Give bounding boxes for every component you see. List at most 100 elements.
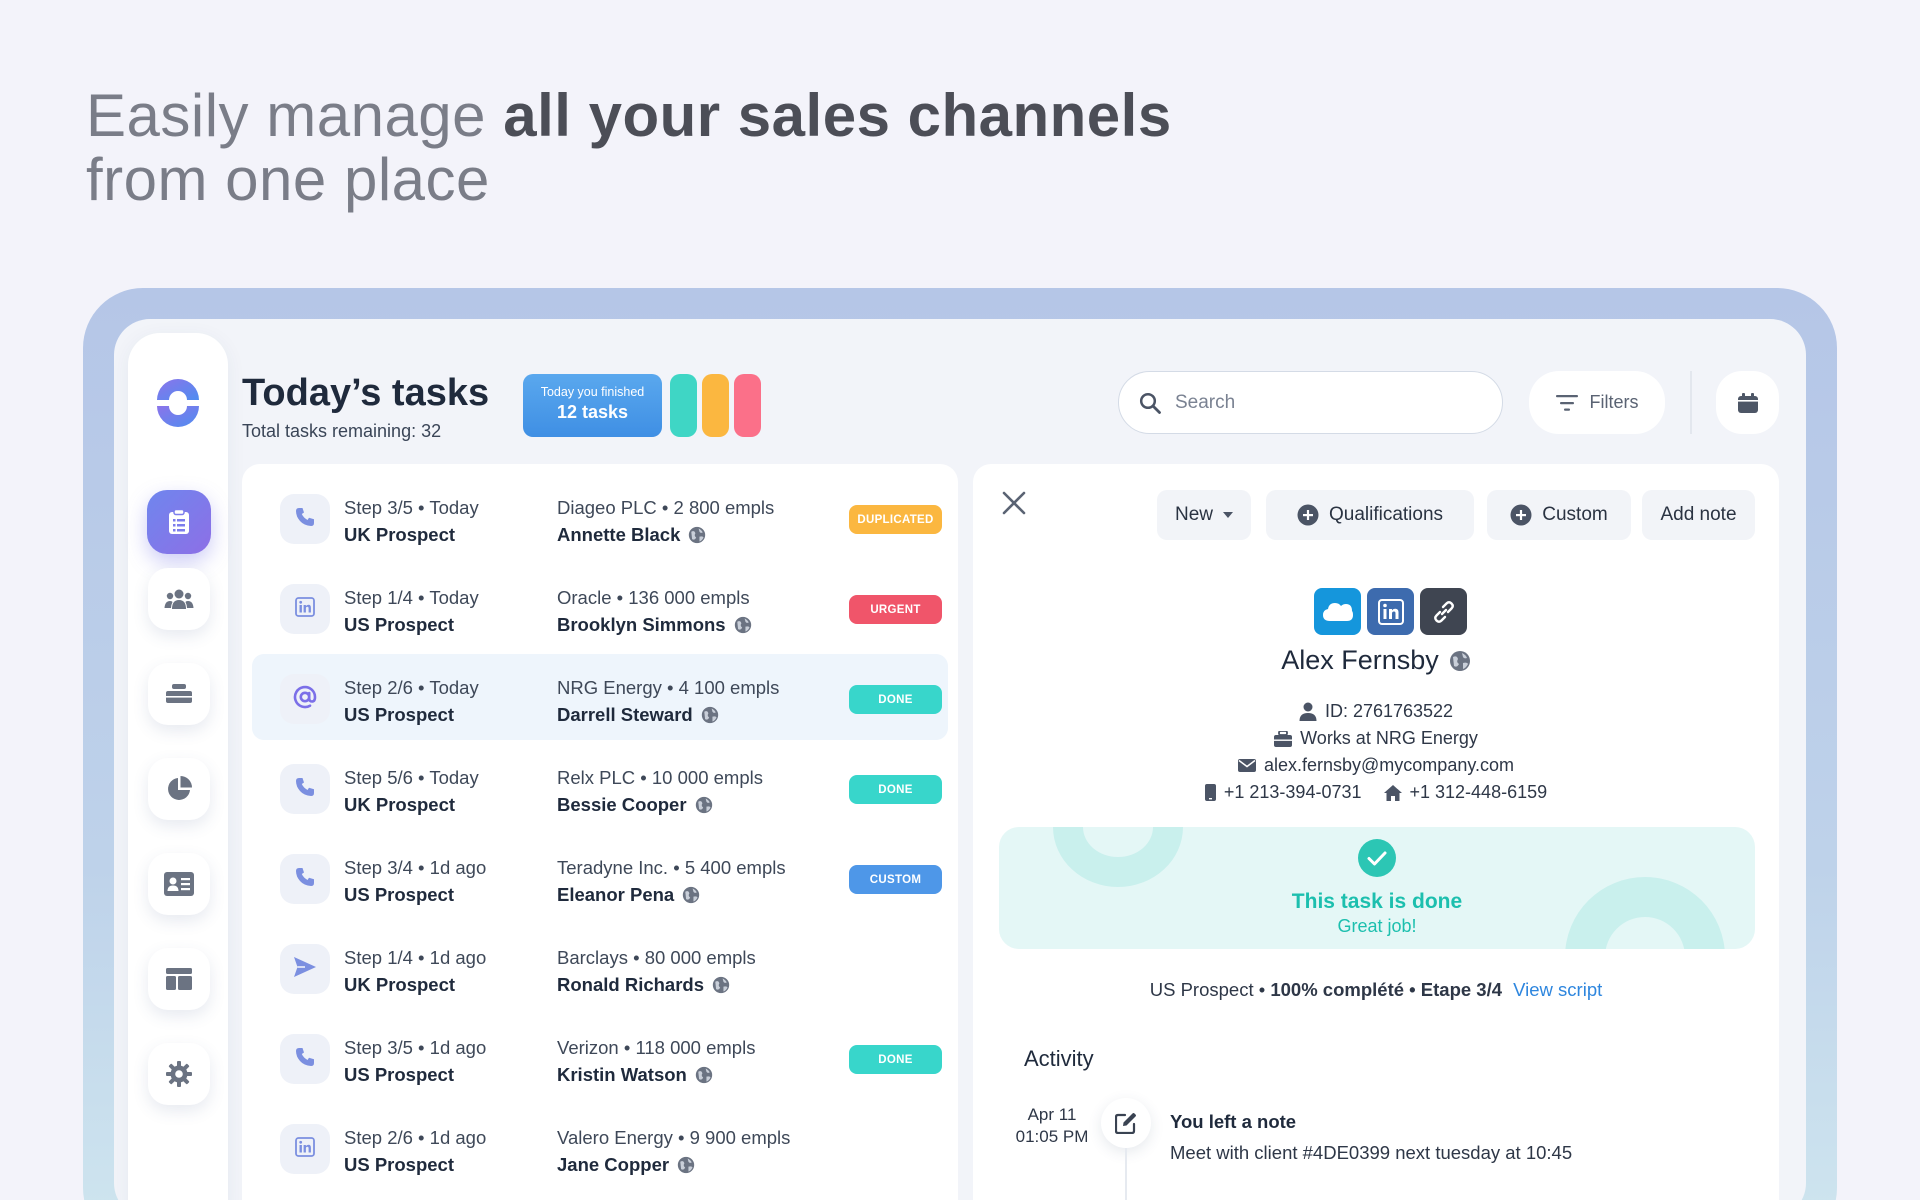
task-contact: Darrell Steward [557, 704, 719, 726]
task-status-badge: URGENT [849, 595, 942, 624]
phone-icon [295, 1047, 315, 1072]
nav-tasks-button[interactable] [147, 490, 211, 554]
task-prospect-type: US Prospect [344, 1154, 455, 1175]
globe-icon [677, 1156, 695, 1174]
search-input[interactable] [1175, 391, 1475, 414]
add-note-label: Add note [1660, 504, 1737, 525]
task-step: Step 1/4 • Today [344, 587, 479, 608]
activity-note-marker [1101, 1098, 1151, 1148]
nav-settings-button[interactable] [148, 1043, 210, 1105]
task-row[interactable]: Step 2/6 • 1d ago US Prospect Valero Energ… [252, 1104, 948, 1190]
home-icon [1383, 784, 1402, 801]
contact-mobile[interactable]: +1 213-394-0731 [1224, 782, 1362, 803]
custom-button[interactable]: Custom [1487, 490, 1631, 540]
task-row[interactable]: Step 5/6 • Today UK Prospect Relx PLC • 10… [252, 744, 948, 830]
task-status-badge: CUSTOM [849, 865, 942, 894]
calendar-icon [1737, 392, 1758, 413]
contact-name: Alex Fernsby [1281, 645, 1439, 675]
task-company: NRG Energy • 4 100 empls [557, 677, 780, 698]
status-pill-red [734, 374, 761, 437]
calendar-button[interactable] [1716, 371, 1779, 434]
task-channel-icon [280, 764, 330, 814]
activity-date-day: Apr 11 [1027, 1105, 1077, 1124]
done-subtitle: Great job! [1337, 916, 1417, 936]
done-title: This task is done [1291, 890, 1463, 913]
linkedin-icon [295, 1136, 315, 1162]
team-icon [164, 589, 194, 609]
task-prospect-type: US Prospect [344, 704, 455, 725]
nav-team-button[interactable] [148, 568, 210, 630]
activity-timeline [1125, 1148, 1127, 1200]
qualifications-button[interactable]: Qualifications [1266, 490, 1474, 540]
globe-icon [712, 976, 730, 994]
phone-icon [295, 867, 315, 892]
at-icon [293, 685, 317, 714]
task-prospect-type: UK Prospect [344, 794, 456, 815]
task-row[interactable]: Step 2/6 • Today US Prospect NRG Energy • … [252, 654, 948, 740]
task-list: Step 3/5 • Today UK Prospect Diageo PLC • … [242, 464, 958, 1200]
filters-button[interactable]: Filters [1529, 371, 1665, 434]
sidebar [128, 333, 228, 1200]
phone-icon [295, 777, 315, 802]
salesforce-button[interactable] [1314, 588, 1361, 635]
headline-part2: all your sales channels [503, 82, 1172, 149]
contact-email[interactable]: alex.fernsby@mycompany.com [1264, 755, 1514, 776]
nav-contacts-button[interactable] [148, 853, 210, 915]
headline-part3: from one place [86, 146, 490, 213]
search-box[interactable] [1118, 371, 1503, 434]
user-icon [1299, 702, 1317, 721]
task-step: Step 5/6 • Today [344, 767, 479, 788]
qualifications-label: Qualifications [1328, 504, 1444, 525]
task-contact-name: Kristin Watson [557, 1064, 687, 1085]
task-row[interactable]: Step 1/4 • 1d ago UK Prospect Barclays • 8… [252, 924, 948, 1010]
stack-icon [166, 684, 192, 703]
briefcase-icon [1274, 730, 1293, 747]
task-contact-name: Darrell Steward [557, 704, 693, 725]
task-prospect-type: UK Prospect [344, 974, 456, 995]
activity-heading: Activity [1024, 1046, 1094, 1071]
globe-icon [1449, 650, 1470, 671]
task-channel-icon [280, 1034, 330, 1084]
layout-icon [166, 968, 192, 990]
task-channel-icon [280, 494, 330, 544]
linkedin-icon [295, 596, 315, 622]
link-icon [1433, 600, 1454, 623]
status-pill-green [670, 374, 697, 437]
link-button[interactable] [1420, 588, 1467, 635]
filters-label: Filters [1589, 392, 1639, 412]
contact-home-phone[interactable]: +1 312-448-6159 [1410, 782, 1548, 803]
task-row[interactable]: Step 1/4 • Today US Prospect Oracle • 136 … [252, 564, 948, 650]
globe-icon [695, 796, 712, 814]
task-done-card: This task is done Great job! [999, 827, 1755, 949]
clipboard-icon [169, 509, 189, 534]
task-row[interactable]: Step 3/5 • Today UK Prospect Diageo PLC • … [252, 474, 948, 560]
gear-icon [166, 1061, 192, 1087]
view-script-link[interactable]: View script [1513, 979, 1602, 1000]
status-dropdown[interactable]: New [1157, 490, 1251, 540]
filter-icon [1555, 394, 1578, 411]
task-prospect-type: UK Prospect [344, 524, 456, 545]
task-channel-icon [280, 674, 330, 724]
add-note-button[interactable]: Add note [1642, 490, 1755, 540]
close-icon[interactable] [1001, 490, 1027, 516]
task-row[interactable]: Step 3/5 • 1d ago US Prospect Verizon • 11… [252, 1014, 948, 1100]
progress-status: 100% complété • Etape 3/4 [1270, 979, 1503, 1000]
task-step: Step 1/4 • 1d ago [344, 947, 487, 968]
task-detail-panel: New Qualifications Custom Add note Alex … [973, 464, 1779, 1200]
pie-chart-icon [168, 776, 192, 800]
custom-label: Custom [1542, 504, 1608, 525]
nav-layout-button[interactable] [148, 948, 210, 1010]
task-status-badge: DONE [849, 775, 942, 804]
task-contact: Jane Copper [557, 1154, 695, 1176]
contact-company-row: Works at NRG Energy [973, 728, 1779, 749]
salesforce-icon [1322, 602, 1353, 621]
hero-headline: Easily manage all your sales channels fr… [86, 84, 1172, 212]
nav-analytics-button[interactable] [148, 758, 210, 820]
nav-stack-button[interactable] [148, 663, 210, 725]
decorative-arc-left [1053, 827, 1183, 887]
check-circle-icon [1358, 839, 1396, 877]
task-contact: Eleanor Pena [557, 884, 700, 906]
linkedin-button[interactable] [1367, 588, 1414, 635]
task-row[interactable]: Step 3/4 • 1d ago US Prospect Teradyne Inc… [252, 834, 948, 920]
task-contact-name: Bessie Cooper [557, 794, 687, 815]
